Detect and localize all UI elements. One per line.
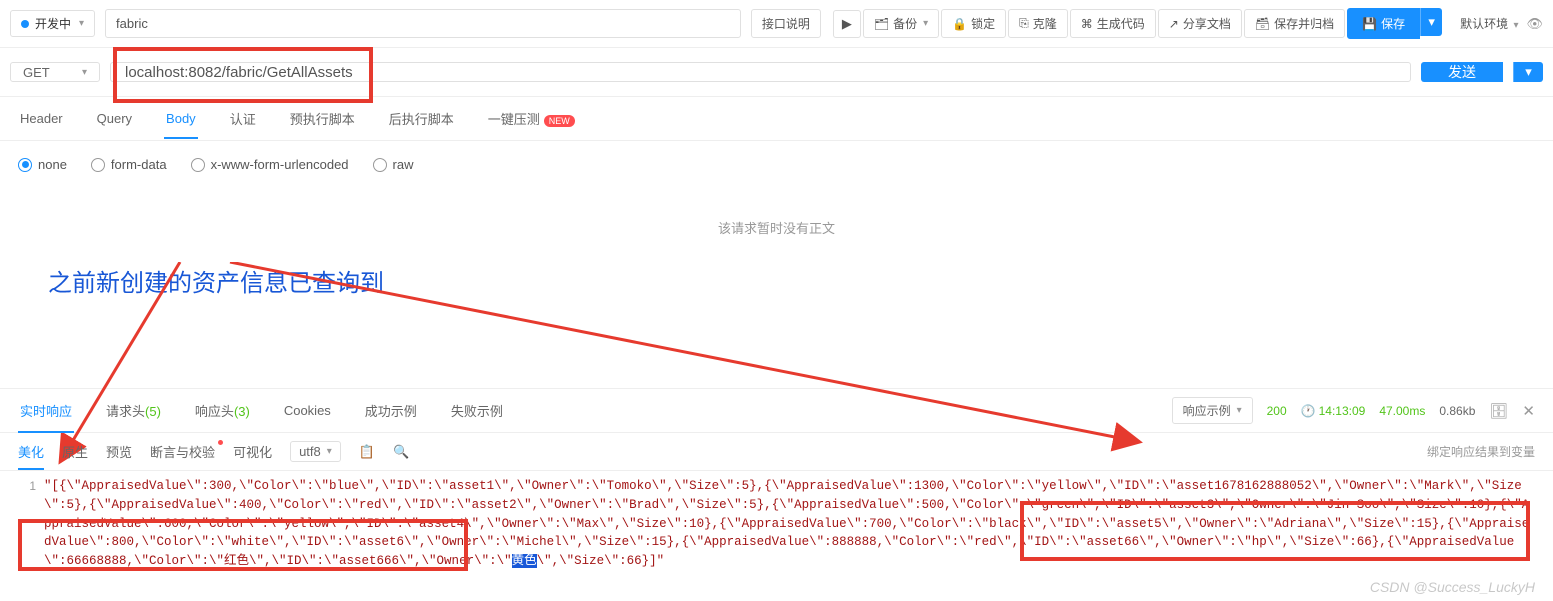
api-name-input[interactable] bbox=[105, 9, 741, 38]
send-button[interactable]: 发送 bbox=[1421, 62, 1503, 82]
body-type-options: none form-data x-www-form-urlencoded raw bbox=[0, 141, 1553, 188]
run-button[interactable]: ▶ bbox=[833, 10, 861, 38]
tool-assert[interactable]: 断言与校验 bbox=[150, 442, 215, 461]
radio-urlencoded[interactable]: x-www-form-urlencoded bbox=[191, 157, 349, 172]
resp-tab-realtime[interactable]: 实时响应 bbox=[18, 389, 74, 432]
gen-code-button[interactable]: ⌘生成代码 bbox=[1070, 9, 1156, 38]
empty-body-message: 该请求暂时没有正文 bbox=[0, 188, 1553, 257]
archive-icon: 🗃 bbox=[1255, 17, 1270, 31]
backup-button[interactable]: 🗂备份▾ bbox=[863, 9, 939, 38]
play-icon: ▶ bbox=[842, 16, 852, 32]
status-pill[interactable]: 开发中 ▾ bbox=[10, 10, 95, 37]
red-dot-icon bbox=[218, 440, 223, 445]
save-button[interactable]: 💾保存 bbox=[1347, 8, 1420, 39]
response-json[interactable]: "[{\"AppraisedValue\":300,\"Color\":\"bl… bbox=[44, 477, 1535, 571]
share-icon: ↗ bbox=[1169, 17, 1179, 31]
toolbar: 接口说明 ▶ 🗂备份▾ 🔒锁定 ⎘克隆 ⌘生成代码 ↗分享文档 🗃保存并归档 💾… bbox=[751, 8, 1543, 39]
tab-post-script[interactable]: 后执行脚本 bbox=[387, 97, 456, 140]
clock-icon: 🕐 bbox=[1301, 404, 1316, 418]
status-dot-icon bbox=[21, 20, 29, 28]
tool-visualize[interactable]: 可视化 bbox=[233, 442, 272, 461]
resp-tab-success[interactable]: 成功示例 bbox=[363, 389, 419, 432]
request-row: GET ▾ localhost:8082/fabric/GetAllAssets… bbox=[0, 48, 1553, 97]
method-select[interactable]: GET ▾ bbox=[10, 62, 100, 82]
lock-icon: 🔒 bbox=[952, 17, 967, 31]
save-dropdown[interactable]: ▾ bbox=[1420, 8, 1442, 36]
share-doc-button[interactable]: ↗分享文档 bbox=[1158, 9, 1242, 38]
eye-icon[interactable]: 👁 bbox=[1526, 16, 1543, 32]
save-response-icon[interactable]: 🗄 bbox=[1489, 402, 1508, 420]
resp-tab-req-headers[interactable]: 请求头(5) bbox=[104, 389, 163, 432]
radio-raw[interactable]: raw bbox=[373, 157, 414, 172]
response-time: 🕐14:13:09 bbox=[1301, 404, 1366, 418]
annotation-text: 之前新创建的资产信息已查询到 bbox=[0, 257, 1553, 298]
tab-query[interactable]: Query bbox=[95, 99, 134, 138]
encoding-select[interactable]: utf8▾ bbox=[290, 441, 341, 462]
watermark: CSDN @Success_LuckyH bbox=[1370, 579, 1535, 595]
tab-body[interactable]: Body bbox=[164, 99, 198, 138]
response-size: 0.86kb bbox=[1439, 404, 1475, 418]
tab-pre-script[interactable]: 预执行脚本 bbox=[288, 97, 357, 140]
backup-icon: 🗂 bbox=[874, 17, 889, 31]
line-number: 1 bbox=[18, 477, 44, 571]
response-tabs: 实时响应 请求头(5) 响应头(3) Cookies 成功示例 失败示例 响应示… bbox=[0, 388, 1553, 433]
request-tabs: Header Query Body 认证 预执行脚本 后执行脚本 一键压测NEW bbox=[0, 97, 1553, 141]
annotation-arrow-layer bbox=[0, 298, 1553, 388]
response-example-button[interactable]: 响应示例 ▾ bbox=[1172, 397, 1253, 424]
env-select[interactable]: 默认环境 ▾ bbox=[1454, 11, 1524, 36]
tab-auth[interactable]: 认证 bbox=[228, 97, 258, 140]
url-input[interactable]: localhost:8082/fabric/GetAllAssets bbox=[110, 62, 1411, 82]
save-icon: 💾 bbox=[1362, 17, 1377, 31]
new-badge: NEW bbox=[544, 115, 575, 127]
response-meta: 响应示例 ▾ 200 🕐14:13:09 47.00ms 0.86kb 🗄 ✕ bbox=[1172, 397, 1535, 424]
clone-icon: ⎘ bbox=[1019, 16, 1029, 31]
lock-button[interactable]: 🔒锁定 bbox=[941, 9, 1006, 38]
radio-form-data[interactable]: form-data bbox=[91, 157, 167, 172]
clone-button[interactable]: ⎘克隆 bbox=[1008, 9, 1068, 38]
tool-beautify[interactable]: 美化 bbox=[18, 442, 44, 461]
response-tools: 美化 原生 预览 断言与校验 可视化 utf8▾ 📋 🔍 绑定响应结果到变量 bbox=[0, 433, 1553, 471]
save-archive-button[interactable]: 🗃保存并归档 bbox=[1244, 9, 1345, 38]
tool-preview[interactable]: 预览 bbox=[106, 442, 132, 461]
radio-none[interactable]: none bbox=[18, 157, 67, 172]
resp-tab-cookies[interactable]: Cookies bbox=[282, 391, 333, 430]
code-icon: ⌘ bbox=[1081, 17, 1093, 31]
chevron-down-icon: ▾ bbox=[1525, 64, 1532, 80]
send-dropdown[interactable]: ▾ bbox=[1513, 62, 1543, 82]
method-value: GET bbox=[23, 65, 50, 80]
api-desc-button[interactable]: 接口说明 bbox=[751, 9, 821, 38]
chevron-down-icon: ▾ bbox=[79, 18, 84, 29]
tab-header[interactable]: Header bbox=[18, 99, 65, 138]
copy-icon[interactable]: 📋 bbox=[359, 444, 375, 460]
status-code: 200 bbox=[1267, 404, 1287, 418]
top-bar: 开发中 ▾ 接口说明 ▶ 🗂备份▾ 🔒锁定 ⎘克隆 ⌘生成代码 ↗分享文档 🗃保… bbox=[0, 0, 1553, 48]
response-body: 1 "[{\"AppraisedValue\":300,\"Color\":\"… bbox=[0, 471, 1553, 601]
tool-raw[interactable]: 原生 bbox=[62, 442, 88, 461]
response-duration: 47.00ms bbox=[1379, 404, 1425, 418]
chevron-down-icon: ▾ bbox=[1428, 14, 1435, 30]
status-label: 开发中 bbox=[35, 15, 71, 32]
tab-compress[interactable]: 一键压测NEW bbox=[486, 97, 577, 140]
resp-tab-fail[interactable]: 失败示例 bbox=[449, 389, 505, 432]
chevron-down-icon: ▾ bbox=[82, 67, 87, 78]
search-icon[interactable]: 🔍 bbox=[393, 444, 409, 460]
resp-tab-resp-headers[interactable]: 响应头(3) bbox=[193, 389, 252, 432]
bind-variable-link[interactable]: 绑定响应结果到变量 bbox=[1427, 443, 1535, 460]
close-icon[interactable]: ✕ bbox=[1522, 402, 1535, 420]
selection-highlight: 黄色 bbox=[512, 554, 537, 568]
url-value: localhost:8082/fabric/GetAllAssets bbox=[125, 64, 353, 81]
